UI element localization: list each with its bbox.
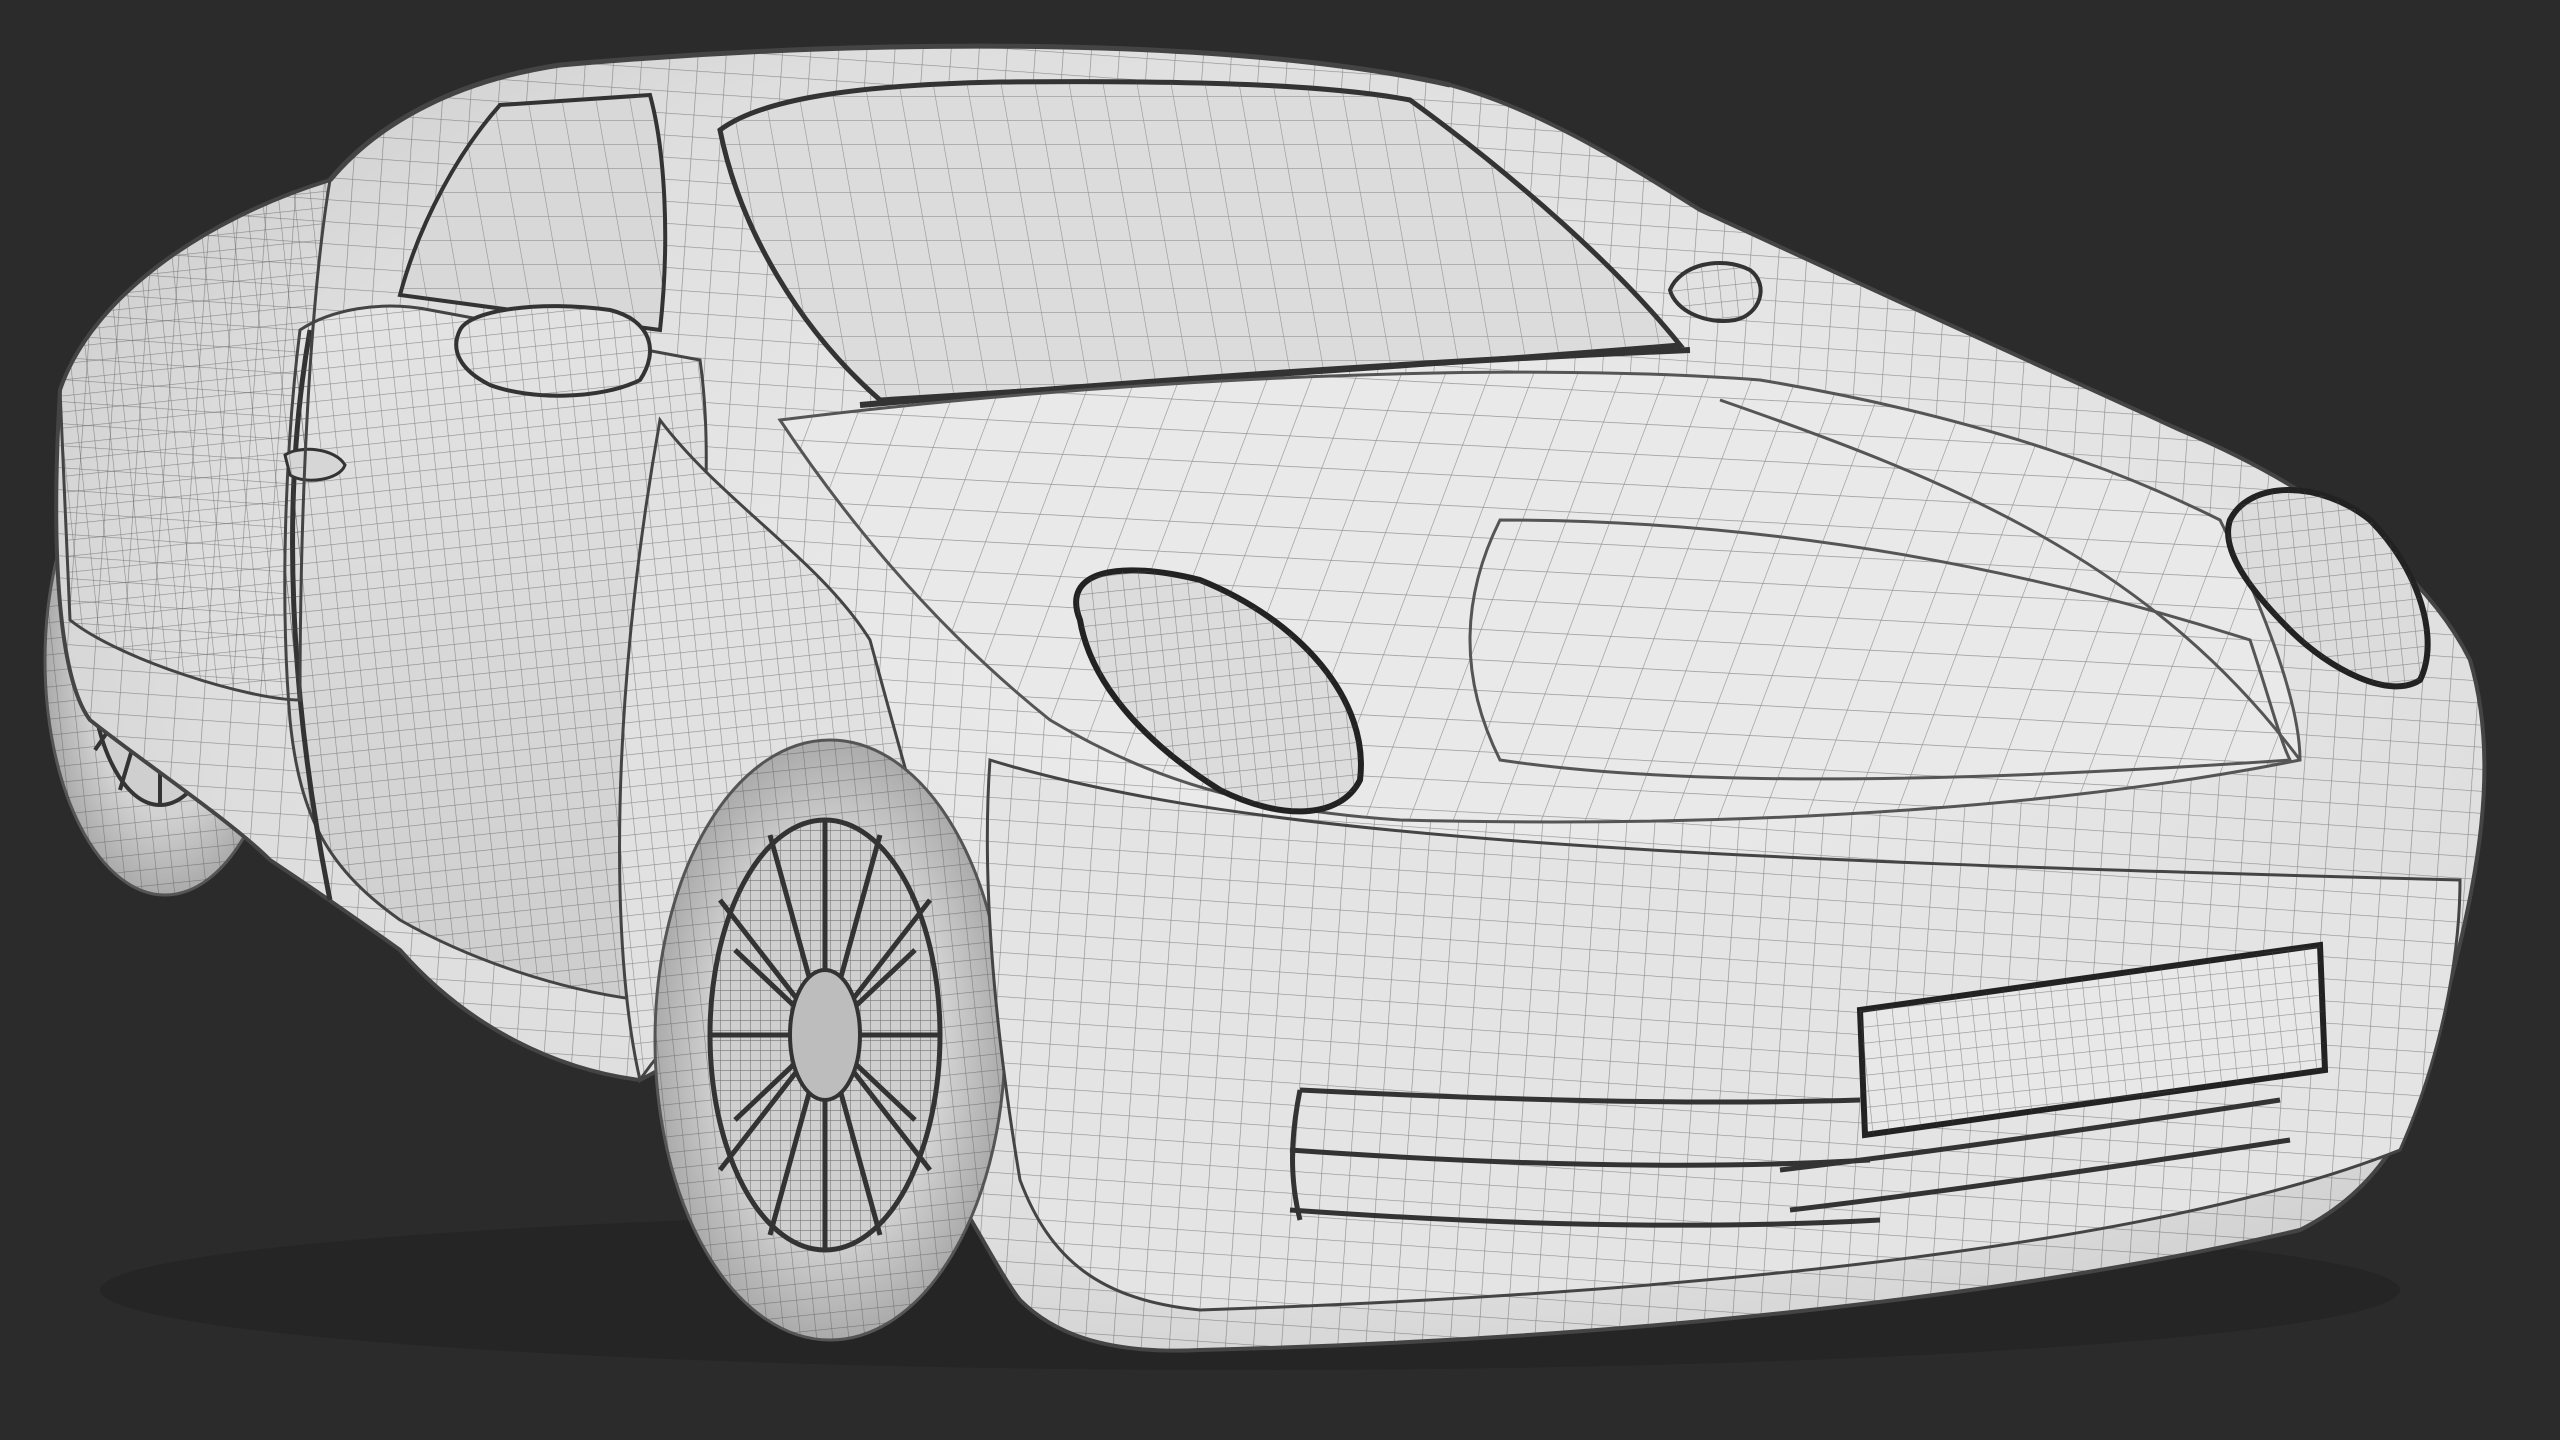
rear-quarter-panel	[58, 177, 332, 702]
render-viewport	[0, 0, 2560, 1440]
front-wheel	[653, 738, 1007, 1342]
left-side-mirror	[454, 304, 652, 398]
car-wireframe-scene	[43, 43, 2487, 1370]
front-hub	[788, 968, 862, 1102]
